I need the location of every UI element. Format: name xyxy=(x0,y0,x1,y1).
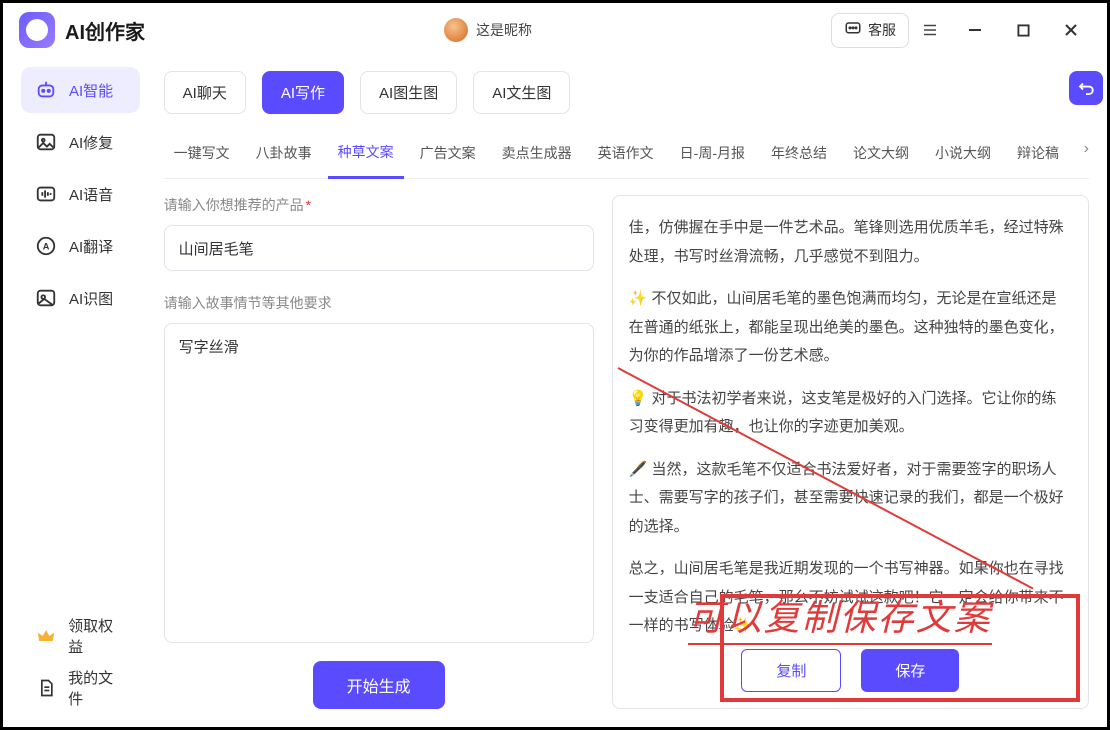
sidebar-item-my-files[interactable]: 我的文件 xyxy=(21,665,140,711)
avatar[interactable] xyxy=(444,18,468,42)
sidebar-item-label: AI语音 xyxy=(69,184,113,205)
subtabs: 一键写文 八卦故事 种草文案 广告文案 卖点生成器 英语作文 日-周-月报 年终… xyxy=(164,132,1089,179)
sidebar-item-ai-smart[interactable]: AI智能 xyxy=(21,67,140,113)
subtab-gossip[interactable]: 八卦故事 xyxy=(246,133,322,177)
voice-icon xyxy=(35,183,57,205)
tab-ai-txt2img[interactable]: AI文生图 xyxy=(473,71,570,114)
tab-ai-chat[interactable]: AI聊天 xyxy=(164,71,246,114)
subtab-ad[interactable]: 广告文案 xyxy=(410,133,486,177)
crown-icon xyxy=(35,625,56,647)
sidebar-item-ai-ocr[interactable]: AI识图 xyxy=(21,275,140,321)
sidebar-item-rewards[interactable]: 领取权益 xyxy=(21,613,140,659)
robot-icon xyxy=(35,79,57,101)
generate-button[interactable]: 开始生成 xyxy=(313,661,445,709)
subtab-thesis[interactable]: 论文大纲 xyxy=(843,133,919,177)
save-button[interactable]: 保存 xyxy=(861,649,959,692)
subtab-report[interactable]: 日-周-月报 xyxy=(670,133,755,177)
sidebar-item-label: AI识图 xyxy=(69,288,113,309)
sidebar-item-ai-voice[interactable]: AI语音 xyxy=(21,171,140,217)
output-text[interactable]: 佳，仿佛握在手中是一件艺术品。笔锋则选用优质羊毛，经过特殊处理，书写时丝滑流畅，… xyxy=(629,214,1072,633)
sidebar-item-label: AI修复 xyxy=(69,132,113,153)
tab-ai-img2img[interactable]: AI图生图 xyxy=(360,71,457,114)
mode-tabs: AI聊天 AI写作 AI图生图 AI文生图 xyxy=(164,71,1089,114)
titlebar: AI创作家 这是昵称 客服 xyxy=(3,3,1107,57)
translate-icon: A xyxy=(35,235,57,257)
product-field-label: 请输入你想推荐的产品* xyxy=(164,195,594,215)
chat-bubble-icon xyxy=(844,20,862,41)
subtab-english[interactable]: 英语作文 xyxy=(588,133,664,177)
output-paragraph: ✨ 不仅如此，山间居毛笔的墨色饱满而均匀，无论是在宣纸还是在普通的纸张上，都能呈… xyxy=(629,285,1064,371)
subtab-selling[interactable]: 卖点生成器 xyxy=(492,133,582,177)
output-paragraph: 🖋️ 当然，这款毛笔不仅适合书法爱好者，对于需要签字的职场人士、需要写字的孩子们… xyxy=(629,456,1064,542)
sidebar-item-label: AI智能 xyxy=(69,80,113,101)
output-paragraph: 佳，仿佛握在手中是一件艺术品。笔锋则选用优质羊毛，经过特殊处理，书写时丝滑流畅，… xyxy=(629,214,1064,271)
menu-button[interactable] xyxy=(913,13,947,47)
product-input[interactable] xyxy=(164,225,594,271)
close-button[interactable] xyxy=(1051,10,1091,50)
app-logo-icon xyxy=(19,12,55,48)
sidebar-item-ai-repair[interactable]: AI修复 xyxy=(21,119,140,165)
sidebar-item-ai-translate[interactable]: A AI翻译 xyxy=(21,223,140,269)
main-panel: AI聊天 AI写作 AI图生图 AI文生图 一键写文 八卦故事 种草文案 广告文… xyxy=(158,57,1107,727)
minimize-button[interactable] xyxy=(955,10,995,50)
image-icon xyxy=(35,131,57,153)
app-title: AI创作家 xyxy=(65,16,145,45)
input-panel: 请输入你想推荐的产品* 请输入故事情节等其他要求 开始生成 xyxy=(164,195,594,709)
sidebar-item-label: 领取权益 xyxy=(68,615,126,657)
sidebar: AI智能 AI修复 AI语音 A AI翻译 xyxy=(3,57,158,727)
copy-button[interactable]: 复制 xyxy=(741,649,841,692)
file-icon xyxy=(35,677,56,699)
subtab-debate[interactable]: 辩论稿 xyxy=(1007,133,1069,177)
maximize-button[interactable] xyxy=(1003,10,1043,50)
support-label: 客服 xyxy=(868,20,896,40)
tab-ai-write[interactable]: AI写作 xyxy=(262,71,344,114)
sidebar-item-label: AI翻译 xyxy=(69,236,113,257)
sidebar-item-label: 我的文件 xyxy=(68,667,126,709)
support-button[interactable]: 客服 xyxy=(831,13,909,48)
chevron-right-icon[interactable]: › xyxy=(1084,140,1089,158)
extra-textarea[interactable] xyxy=(164,323,594,643)
output-paragraph: 💡 对于书法初学者来说，这支笔是极好的入门选择。它让你的练习变得更加有趣，也让你… xyxy=(629,385,1064,442)
scan-icon xyxy=(35,287,57,309)
extra-field-label: 请输入故事情节等其他要求 xyxy=(164,293,594,313)
svg-text:A: A xyxy=(43,242,50,252)
subtab-onekey[interactable]: 一键写文 xyxy=(164,133,240,177)
output-panel: 佳，仿佛握在手中是一件艺术品。笔锋则选用优质羊毛，经过特殊处理，书写时丝滑流畅，… xyxy=(612,195,1089,709)
output-paragraph: 总之，山间居毛笔是我近期发现的一个书写神器。如果你也在寻找一支适合自己的毛笔，那… xyxy=(629,555,1064,633)
back-button[interactable] xyxy=(1069,71,1103,105)
subtab-novel[interactable]: 小说大纲 xyxy=(925,133,1001,177)
subtab-year-summary[interactable]: 年终总结 xyxy=(761,133,837,177)
subtab-seeding[interactable]: 种草文案 xyxy=(328,132,404,179)
nickname-label: 这是昵称 xyxy=(476,20,532,40)
